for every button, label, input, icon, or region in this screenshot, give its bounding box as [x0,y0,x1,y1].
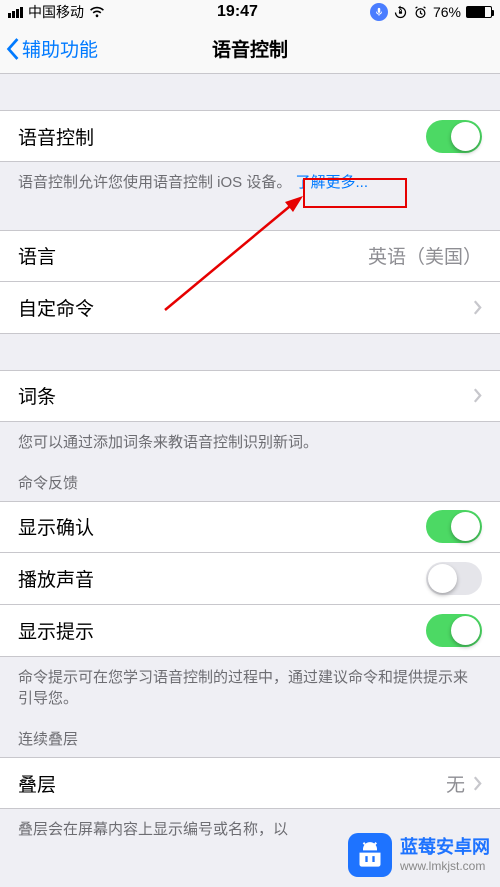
overlay-cell[interactable]: 叠层 无 [0,757,500,809]
wifi-icon [89,6,105,18]
play-sound-cell: 播放声音 [0,553,500,605]
show-hints-cell: 显示提示 [0,605,500,657]
chevron-right-icon [473,388,482,403]
feedback-footer: 命令提示可在您学习语音控制的过程中，通过建议命令和提供提示来引导您。 [0,657,500,711]
custom-commands-cell[interactable]: 自定命令 [0,282,500,334]
show-hints-label: 显示提示 [18,617,94,644]
orientation-lock-icon [393,5,408,20]
nav-bar: 辅助功能 语音控制 [0,24,500,74]
language-value: 英语（美国） [368,242,482,269]
chevron-right-icon [473,300,482,315]
status-time: 19:47 [217,3,258,21]
watermark: 蓝莓安卓网 www.lmkjst.com [348,833,490,877]
signal-icon [8,7,23,18]
voice-control-cell: 语音控制 [0,110,500,162]
language-cell[interactable]: 语言 英语（美国） [0,230,500,282]
battery-icon [466,6,492,18]
learn-more-link[interactable]: 了解更多... [296,174,369,191]
play-sound-label: 播放声音 [18,565,94,592]
feedback-header: 命令反馈 [0,454,500,501]
back-label: 辅助功能 [22,35,98,62]
status-bar: 中国移动 19:47 76% [0,0,500,24]
watermark-name: 蓝莓安卓网 [400,836,490,859]
show-confirm-label: 显示确认 [18,513,94,540]
alarm-icon [413,5,428,20]
chevron-right-icon [473,776,482,791]
watermark-logo-icon [348,833,392,877]
vocabulary-footer: 您可以通过添加词条来教语音控制识别新词。 [0,422,500,454]
show-confirm-cell: 显示确认 [0,501,500,553]
language-label: 语言 [18,242,56,269]
overlay-label: 叠层 [18,770,56,797]
voice-control-switch[interactable] [426,120,482,153]
page-title: 语音控制 [212,35,288,62]
chevron-left-icon [6,38,20,60]
back-button[interactable]: 辅助功能 [6,24,98,73]
show-confirm-switch[interactable] [426,510,482,543]
carrier-label: 中国移动 [28,2,84,22]
voice-control-footer: 语音控制允许您使用语音控制 iOS 设备。 了解更多... [0,162,500,194]
mic-badge-icon [370,3,388,21]
battery-percent: 76% [433,4,461,20]
show-hints-switch[interactable] [426,614,482,647]
watermark-url: www.lmkjst.com [400,859,490,875]
overlay-header: 连续叠层 [0,710,500,757]
play-sound-switch[interactable] [426,562,482,595]
vocabulary-label: 词条 [18,382,56,409]
custom-commands-label: 自定命令 [18,294,94,321]
vocabulary-cell[interactable]: 词条 [0,370,500,422]
voice-control-label: 语音控制 [18,123,94,150]
overlay-value: 无 [446,770,465,797]
